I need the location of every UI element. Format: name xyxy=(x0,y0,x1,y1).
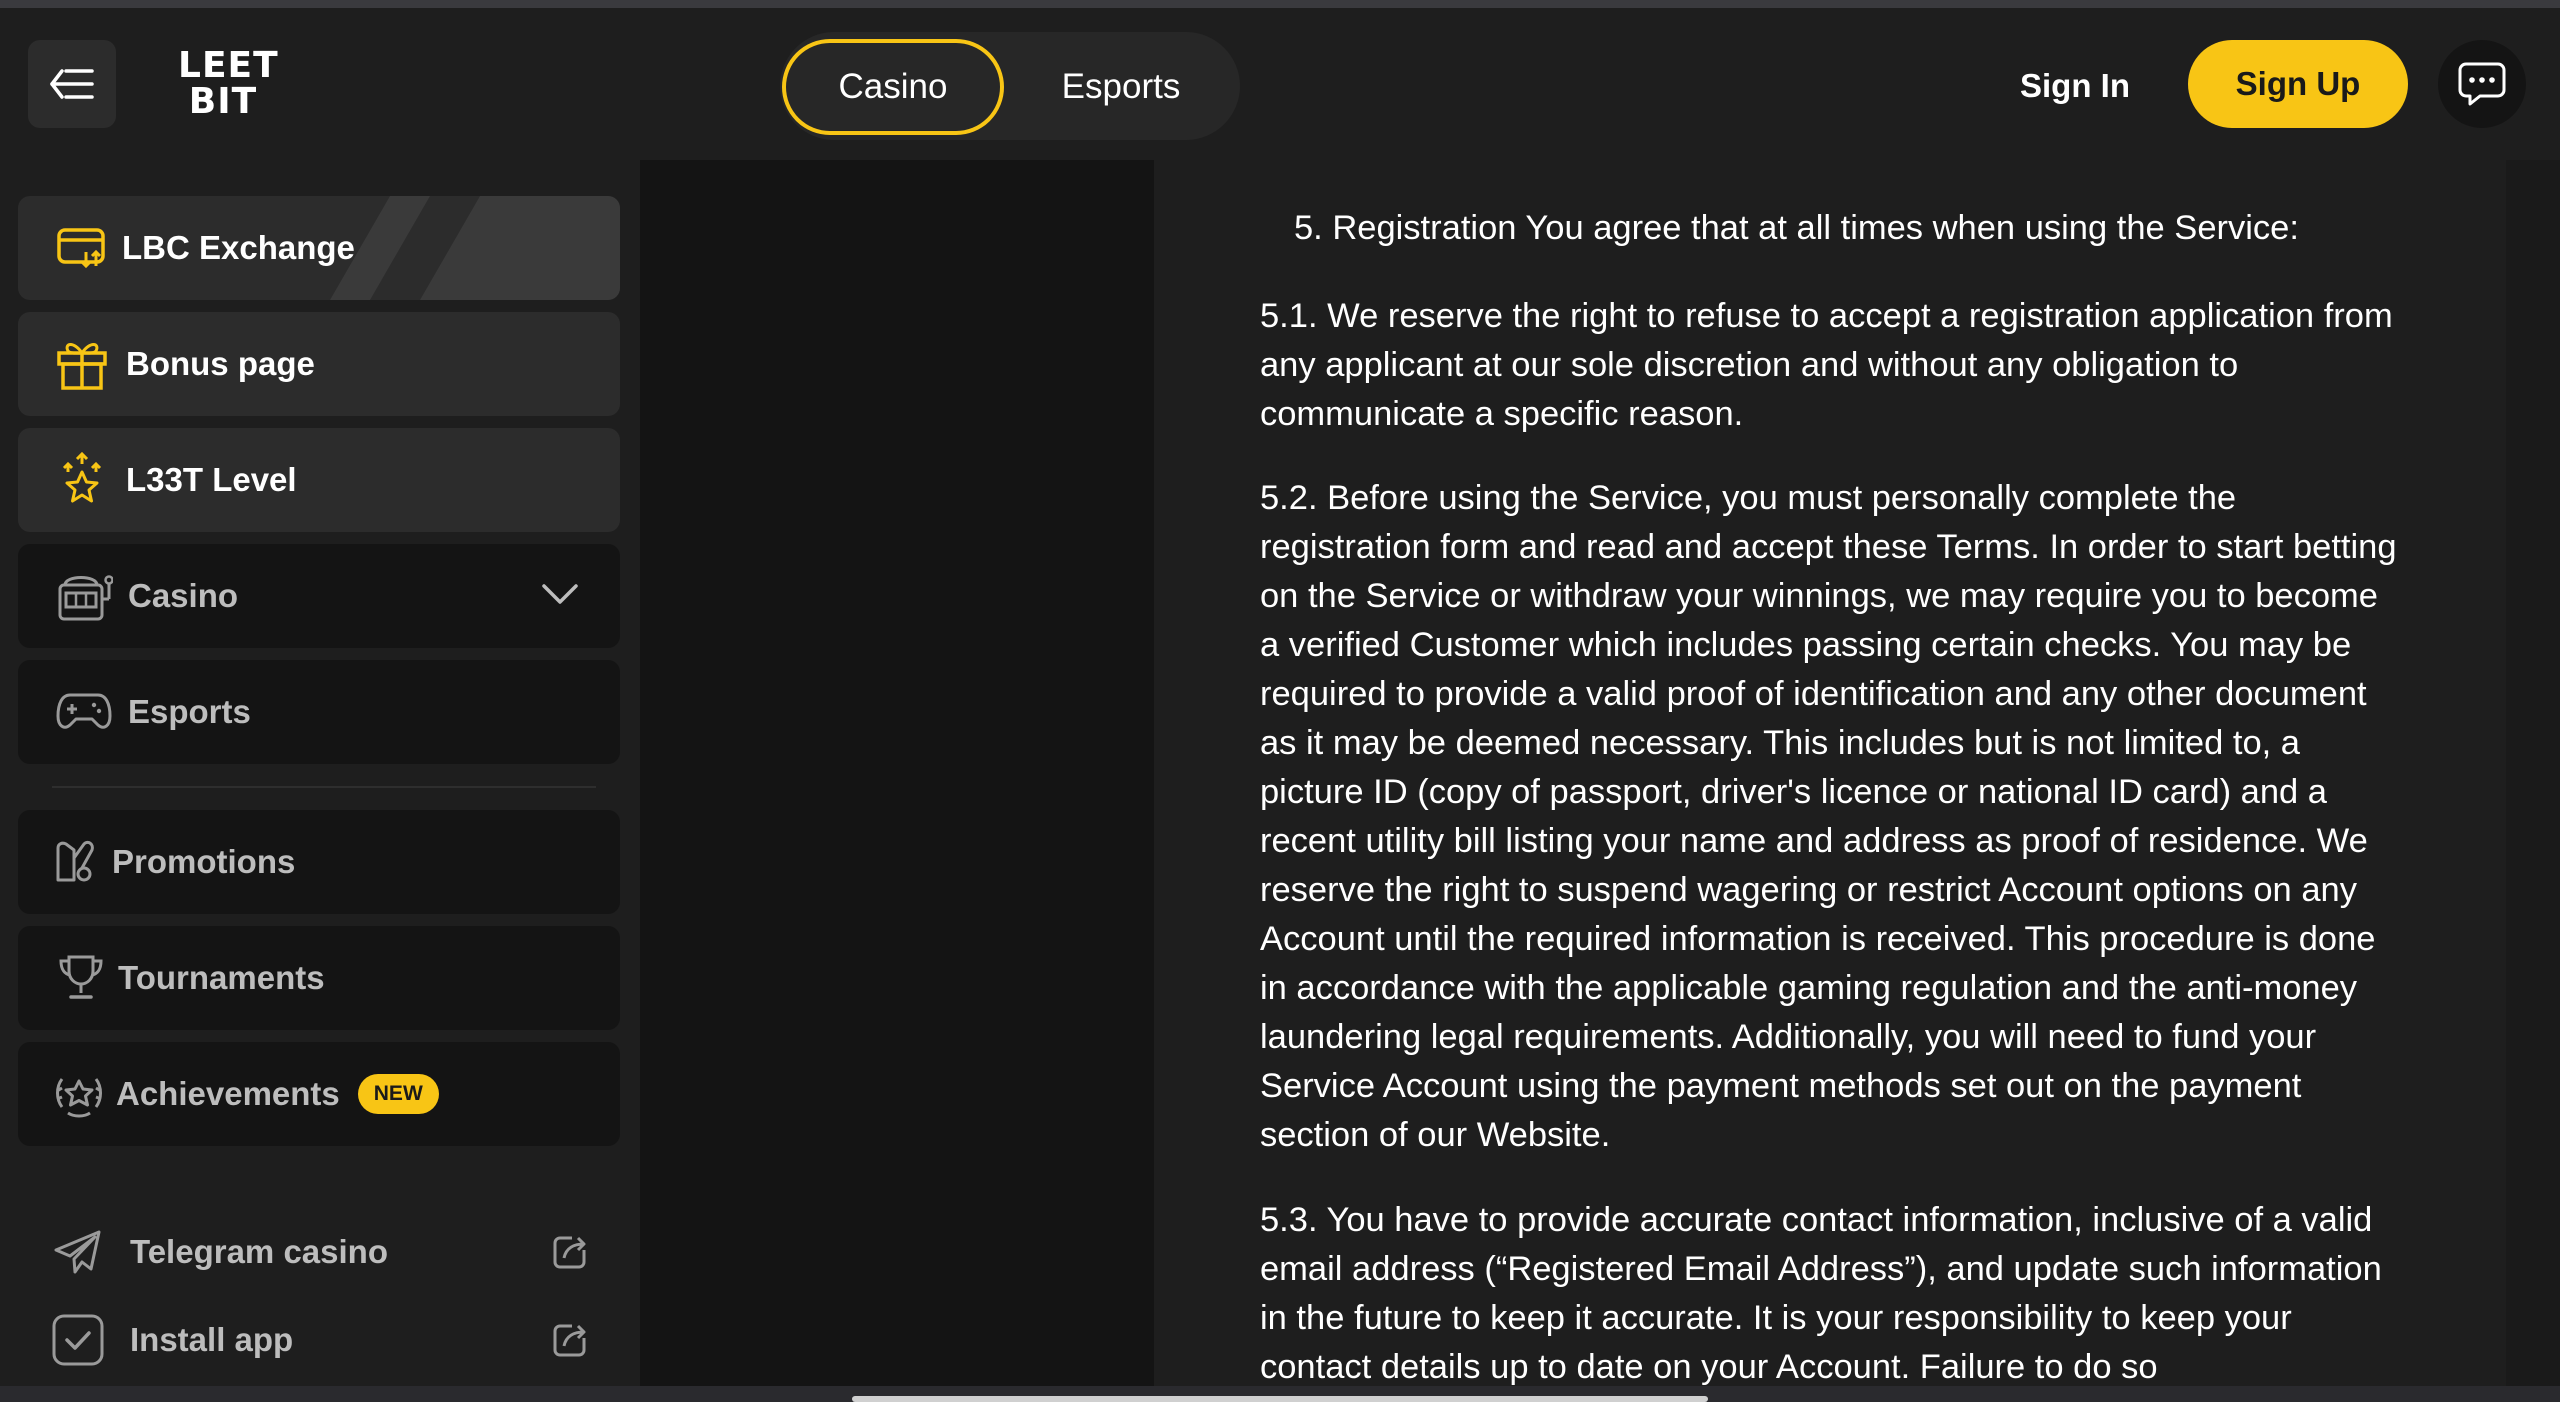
slot-machine-icon xyxy=(54,566,114,626)
sidebar-item-tournaments[interactable]: Tournaments xyxy=(18,926,620,1030)
install-app-icon xyxy=(48,1310,108,1370)
window-top-edge xyxy=(0,0,2560,8)
sidebar-item-label: L33T Level xyxy=(126,461,297,498)
terms-content[interactable]: 5. Registration You agree that at all ti… xyxy=(1154,160,2506,1386)
exchange-icon xyxy=(52,218,112,278)
sidebar-item-casino[interactable]: Casino xyxy=(18,544,620,648)
telegram-icon xyxy=(48,1222,108,1282)
sidebar-item-label: Casino xyxy=(128,577,239,614)
sidebar-item-achievements[interactable]: Achievements NEW xyxy=(18,1042,620,1146)
collapse-sidebar-button[interactable] xyxy=(28,40,116,128)
gamepad-icon xyxy=(54,682,114,742)
promotions-icon xyxy=(52,832,98,892)
gift-icon xyxy=(52,334,112,394)
sidebar: LBC Exchange Bonus page L33T Level Casin… xyxy=(0,160,640,1386)
sidebar-link-install-app[interactable]: Install app xyxy=(18,1300,620,1380)
sidebar-item-label: Esports xyxy=(128,693,251,730)
top-header: LEET BIT Casino Esports Sign In Sign Up xyxy=(0,8,2560,160)
new-badge: NEW xyxy=(357,1074,439,1114)
decorative-stripes xyxy=(320,196,620,300)
right-margin xyxy=(2506,160,2560,1386)
scrollbar-thumb[interactable] xyxy=(852,1396,1708,1402)
sidebar-item-l33t-level[interactable]: L33T Level xyxy=(18,428,620,532)
sidebar-item-label: Bonus page xyxy=(126,345,315,382)
tab-esports[interactable]: Esports xyxy=(1010,39,1232,135)
terms-paragraph-5: 5. Registration You agree that at all ti… xyxy=(1294,209,2299,247)
trophy-icon xyxy=(54,948,108,1008)
sidebar-item-label: LBC Exchange xyxy=(122,229,355,266)
side-column xyxy=(640,160,1154,1386)
sidebar-item-label: Achievements xyxy=(116,1075,340,1112)
sidebar-item-label: Promotions xyxy=(112,843,296,880)
leetbit-logo[interactable]: LEET BIT xyxy=(178,45,279,128)
horizontal-scrollbar[interactable] xyxy=(0,1386,2560,1402)
achievement-icon xyxy=(52,1064,106,1124)
sidebar-link-label: Telegram casino xyxy=(130,1233,388,1270)
star-level-icon xyxy=(52,450,112,510)
terms-paragraph-5-1: 5.1. We reserve the right to refuse to a… xyxy=(1260,297,2393,433)
sign-in-button[interactable]: Sign In xyxy=(2000,44,2150,128)
sidebar-item-lbc-exchange[interactable]: LBC Exchange xyxy=(18,196,620,300)
sidebar-item-esports[interactable]: Esports xyxy=(18,660,620,764)
sign-up-button[interactable]: Sign Up xyxy=(2188,40,2408,128)
sidebar-link-label: Install app xyxy=(130,1321,294,1358)
chat-icon xyxy=(2458,62,2506,106)
menu-back-icon xyxy=(50,69,94,99)
chevron-down-icon[interactable] xyxy=(540,574,580,619)
terms-paragraph-5-3: 5.3. You have to provide accurate contac… xyxy=(1260,1201,2382,1386)
external-link-icon xyxy=(550,1232,590,1277)
sidebar-divider xyxy=(52,786,596,788)
terms-paragraph-5-2: 5.2. Before using the Service, you must … xyxy=(1260,479,2397,1154)
sidebar-link-telegram-casino[interactable]: Telegram casino xyxy=(18,1212,620,1292)
logo-line-1: LEET xyxy=(178,45,279,86)
chat-button[interactable] xyxy=(2438,40,2526,128)
sidebar-item-bonus-page[interactable]: Bonus page xyxy=(18,312,620,416)
tab-casino[interactable]: Casino xyxy=(782,39,1004,135)
logo-line-2: BIT xyxy=(188,81,258,122)
product-switcher: Casino Esports xyxy=(780,32,1240,140)
external-link-icon xyxy=(550,1320,590,1365)
sidebar-item-label: Tournaments xyxy=(118,959,325,996)
sidebar-item-promotions[interactable]: Promotions xyxy=(18,810,620,914)
